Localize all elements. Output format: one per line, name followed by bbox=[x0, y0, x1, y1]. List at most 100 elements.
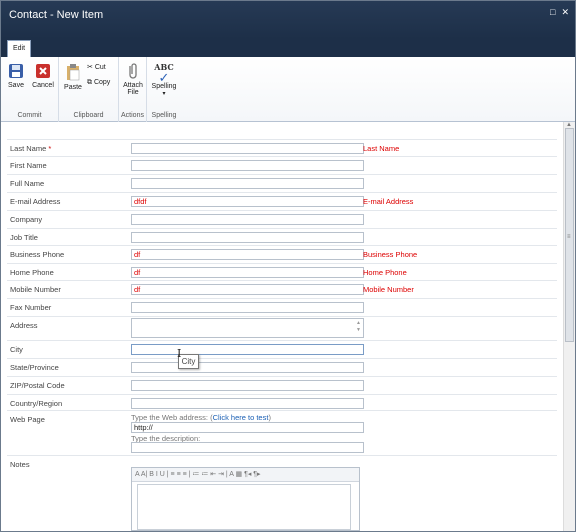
copy-button[interactable]: ⧉ Copy bbox=[87, 79, 110, 87]
ribbon-group-commit: Save Cancel Commit bbox=[1, 57, 59, 122]
field-input-home-phone[interactable]: df bbox=[131, 267, 364, 278]
field-input-last-name[interactable] bbox=[131, 143, 364, 154]
field-input-zip-postal-code[interactable] bbox=[131, 380, 364, 391]
spelling-button[interactable]: ABC ✓ Spelling ▾ bbox=[150, 62, 178, 97]
cancel-button[interactable]: Cancel bbox=[31, 63, 55, 89]
field-input-job-title[interactable] bbox=[131, 232, 364, 243]
window-title: Contact - New Item bbox=[9, 9, 104, 21]
paperclip-icon bbox=[129, 63, 137, 79]
field-label-e-mail-address: E-mail Address bbox=[10, 197, 61, 206]
field-error-business-phone: Business Phone bbox=[363, 250, 418, 259]
cut-button[interactable]: ✂ Cut bbox=[87, 63, 106, 71]
field-label-country-region: Country/Region bbox=[10, 399, 63, 408]
save-button[interactable]: Save bbox=[5, 63, 27, 89]
field-input-company[interactable] bbox=[131, 214, 364, 225]
field-error-mobile-number: Mobile Number bbox=[363, 285, 414, 294]
scroll-grip-icon: ≡ bbox=[567, 234, 571, 240]
scissors-icon: ✂ bbox=[87, 64, 93, 71]
field-row-e-mail-address: E-mail Address dfdf E-mail Address bbox=[7, 192, 557, 210]
save-label: Save bbox=[8, 82, 24, 89]
ribbon-tabstrip: Edit bbox=[1, 39, 575, 57]
field-label-fax-number: Fax Number bbox=[10, 303, 52, 312]
field-input-e-mail-address[interactable]: dfdf bbox=[131, 196, 364, 207]
field-row-business-phone: Business Phone df Business Phone bbox=[7, 245, 557, 263]
field-row-last-name: Last Name * Last Name bbox=[7, 139, 557, 156]
copy-label: Copy bbox=[93, 79, 111, 86]
field-input-full-name[interactable] bbox=[131, 178, 364, 189]
field-label-city: City bbox=[10, 345, 23, 354]
field-label-state-province: State/Province bbox=[10, 363, 59, 372]
field-row-company: Company bbox=[7, 210, 557, 228]
group-label-actions: Actions bbox=[121, 112, 144, 119]
attach-label: Attach bbox=[123, 82, 143, 89]
text-cursor-icon: I bbox=[177, 347, 182, 360]
cut-label: Cut bbox=[94, 64, 106, 71]
field-input-country-region[interactable] bbox=[131, 398, 364, 409]
web-description-input[interactable] bbox=[131, 442, 364, 453]
field-input-business-phone[interactable]: df bbox=[131, 249, 364, 260]
file-label: File bbox=[127, 89, 139, 96]
field-label-web-page: Web Page bbox=[10, 415, 45, 424]
ribbon: Save Cancel Commit Paste ✂ Cut ⧉ Copy Cl… bbox=[1, 57, 575, 122]
field-input-fax-number[interactable] bbox=[131, 302, 364, 313]
cancel-icon bbox=[36, 64, 50, 78]
test-link[interactable]: Click here to test bbox=[213, 413, 269, 422]
paste-icon bbox=[67, 64, 80, 81]
field-row-home-phone: Home Phone df Home Phone bbox=[7, 263, 557, 280]
field-label-notes: Notes bbox=[10, 460, 30, 469]
ribbon-group-clipboard: Paste ✂ Cut ⧉ Copy Clipboard bbox=[59, 57, 119, 122]
notes-rich-text-editor[interactable]: A A| B I U | ≡ ≡ ≡ | ≔ ≔ ⇤ ⇥ | A ▦ ¶◂ ¶▸ bbox=[131, 467, 360, 531]
field-error-home-phone: Home Phone bbox=[363, 268, 407, 277]
field-label-business-phone: Business Phone bbox=[10, 250, 65, 259]
field-row-city: City bbox=[7, 340, 557, 358]
ribbon-group-spelling: ABC ✓ Spelling ▾ Spelling bbox=[147, 57, 181, 122]
title-bar: Contact - New Item □ ✕ bbox=[1, 1, 575, 39]
field-label-address: Address bbox=[10, 321, 38, 330]
field-input-address[interactable]: ▲ ▼ bbox=[131, 318, 364, 338]
attach-file-button[interactable]: Attach File bbox=[121, 63, 145, 96]
field-error-e-mail-address: E-mail Address bbox=[363, 197, 414, 206]
textarea-scroll-icon[interactable]: ▲ ▼ bbox=[356, 320, 361, 334]
field-label-full-name: Full Name bbox=[10, 179, 45, 188]
vertical-scrollbar[interactable]: ▲ ≡ bbox=[563, 122, 575, 531]
group-label-commit: Commit bbox=[17, 112, 42, 119]
field-row-full-name: Full Name bbox=[7, 174, 557, 192]
copy-icon: ⧉ bbox=[87, 79, 92, 86]
field-row-country-region: Country/Region bbox=[7, 394, 557, 410]
required-mark: * bbox=[46, 144, 52, 153]
paste-label: Paste bbox=[64, 84, 82, 91]
paste-button[interactable]: Paste bbox=[62, 63, 84, 91]
spelling-label: Spelling bbox=[151, 83, 177, 90]
field-input-mobile-number[interactable]: df bbox=[131, 284, 364, 295]
rte-toolbar[interactable]: A A| B I U | ≡ ≡ ≡ | ≔ ≔ ⇤ ⇥ | A ▦ ¶◂ ¶▸ bbox=[132, 468, 359, 482]
dropdown-arrow-icon: ▾ bbox=[162, 91, 166, 97]
web-address-hint: Type the Web address: (Click here to tes… bbox=[131, 413, 271, 422]
maximize-icon[interactable]: □ bbox=[550, 7, 555, 17]
field-label-mobile-number: Mobile Number bbox=[10, 285, 61, 294]
tab-edit[interactable]: Edit bbox=[7, 40, 31, 57]
field-row-first-name: First Name bbox=[7, 156, 557, 174]
field-row-web-page: Web Page Type the Web address: (Click her… bbox=[7, 410, 557, 455]
save-icon bbox=[9, 64, 23, 78]
field-label-last-name: Last Name * bbox=[10, 144, 52, 153]
field-label-company: Company bbox=[10, 215, 43, 224]
checkmark-icon: ✓ bbox=[158, 70, 170, 85]
field-row-address: Address ▲ ▼ bbox=[7, 316, 557, 340]
group-label-clipboard: Clipboard bbox=[73, 112, 104, 119]
field-input-first-name[interactable] bbox=[131, 160, 364, 171]
notes-textarea[interactable] bbox=[137, 484, 351, 530]
field-input-state-province[interactable] bbox=[131, 362, 364, 373]
field-row-state-province: State/Province bbox=[7, 358, 557, 376]
field-row-job-title: Job Title bbox=[7, 228, 557, 245]
close-icon[interactable]: ✕ bbox=[561, 7, 569, 17]
field-label-home-phone: Home Phone bbox=[10, 268, 54, 277]
web-address-input[interactable]: http:// bbox=[131, 422, 364, 433]
field-label-first-name: First Name bbox=[10, 161, 47, 170]
dialog-window: Contact - New Item □ ✕ Edit Save Cancel C… bbox=[0, 0, 576, 532]
ribbon-group-actions: Attach File Actions bbox=[119, 57, 147, 122]
field-input-city[interactable] bbox=[131, 344, 364, 355]
field-row-mobile-number: Mobile Number df Mobile Number bbox=[7, 280, 557, 298]
field-label-job-title: Job Title bbox=[10, 233, 38, 242]
field-row-fax-number: Fax Number bbox=[7, 298, 557, 316]
field-error-last-name: Last Name bbox=[363, 144, 400, 153]
